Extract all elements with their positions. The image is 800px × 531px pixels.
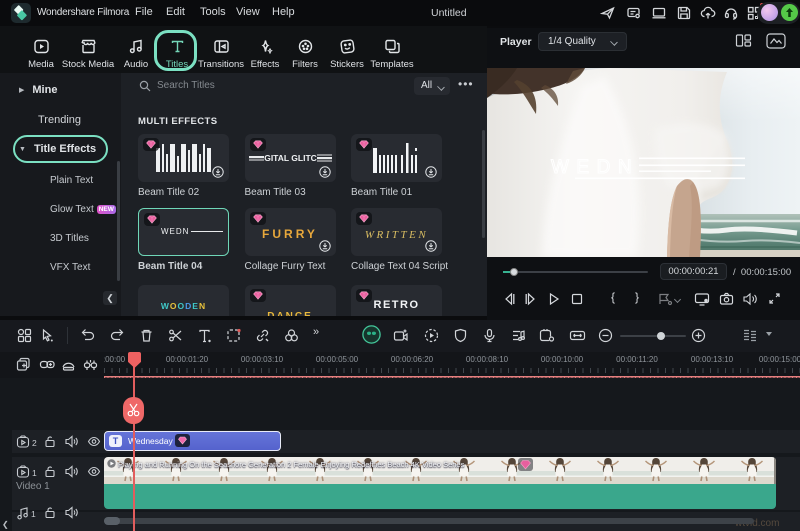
svg-text:GITAL GLITC: GITAL GLITC <box>264 153 317 163</box>
svg-text:WEDN: WEDN <box>551 157 639 178</box>
